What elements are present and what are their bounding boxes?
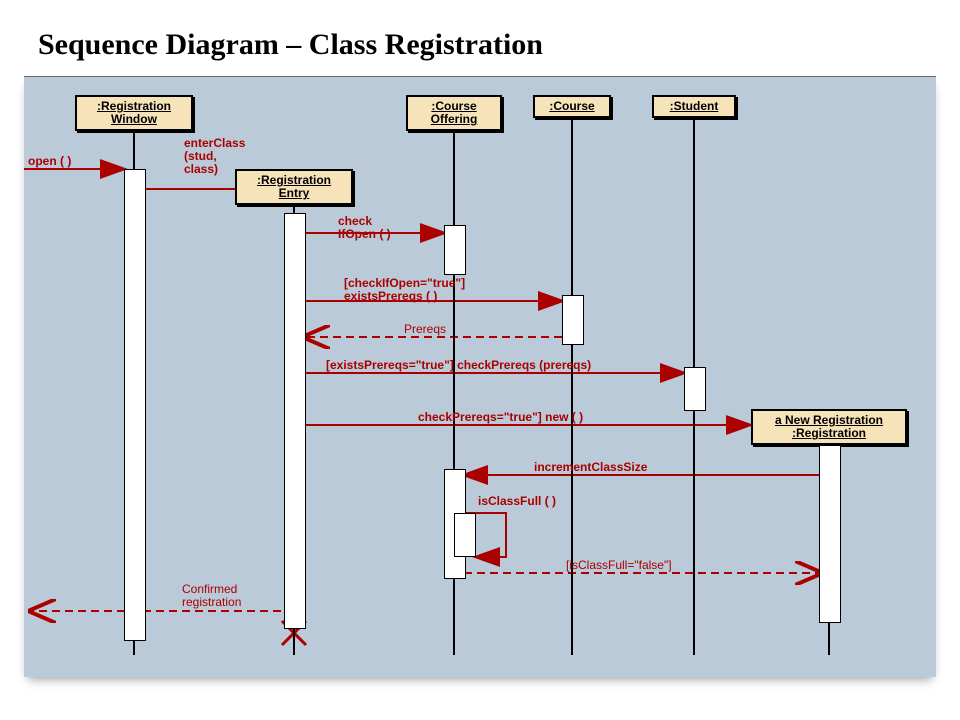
activation-student-4 [684, 367, 706, 411]
msg-isClassFull: isClassFull ( ) [478, 495, 556, 508]
object-regEntry: :Registration Entry [235, 169, 353, 205]
activation-regEntry-1 [284, 213, 306, 629]
activation-newReg-5 [819, 445, 841, 623]
msg-checkPrereqs: [existsPrereqs="true"] checkPrereqs (pre… [326, 359, 591, 372]
msg-incrementClassSize: incrementClassSize [534, 461, 647, 474]
msg-existsPrereqs: [checkIfOpen="true"] existsPrereqs ( ) [344, 277, 465, 303]
object-student: :Student [652, 95, 736, 118]
page-title: Sequence Diagram – Class Registration [0, 0, 960, 76]
activation-courseOffering-7 [454, 513, 476, 557]
activation-courseOffering-2 [444, 225, 466, 275]
activation-regWindow-0 [124, 169, 146, 641]
lifeline-course [571, 117, 573, 655]
object-course: :Course [533, 95, 611, 118]
arrows-layer [24, 77, 936, 677]
activation-course-3 [562, 295, 584, 345]
msg-checkIfOpen: check IfOpen ( ) [338, 215, 391, 241]
msg-isClassFullReturn: [isClassFull="false"] [566, 559, 672, 572]
object-regWindow: :Registration Window [75, 95, 193, 131]
msg-confirmed: Confirmed registration [182, 583, 241, 609]
msg-newMsg: checkPrereqs="true"] new ( ) [418, 411, 583, 424]
msg-open: open ( ) [28, 155, 71, 168]
diagram-canvas: :Registration Window :Registration Entry:… [24, 76, 936, 677]
object-courseOffering: :Course Offering [406, 95, 502, 131]
object-newReg: a New Registration :Registration [751, 409, 907, 445]
msg-prereqsReturn: Prereqs [404, 323, 446, 336]
msg-enterClass: enterClass (stud, class) [184, 137, 245, 177]
